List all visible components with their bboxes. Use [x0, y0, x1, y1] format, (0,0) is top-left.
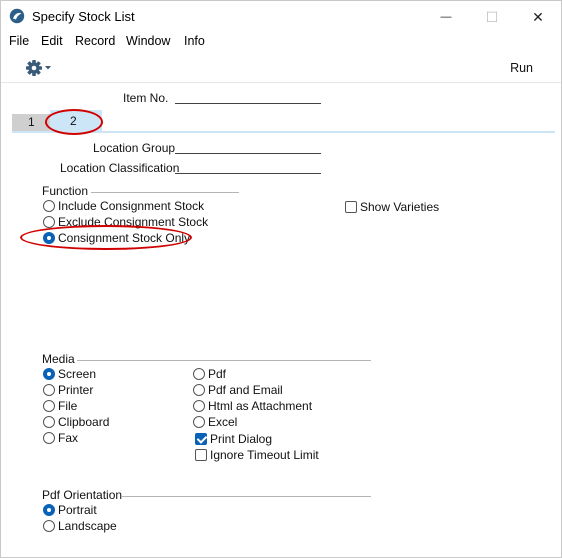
run-button[interactable]: Run — [510, 61, 533, 75]
pdf-orientation-group-divider — [122, 496, 371, 497]
radio-label: Fax — [58, 431, 79, 445]
radio-button-selected[interactable] — [43, 232, 55, 244]
radio-label: File — [58, 399, 78, 413]
radio-pdf[interactable]: Pdf — [193, 366, 226, 382]
radio-label: Clipboard — [58, 415, 110, 429]
radio-button[interactable] — [193, 384, 205, 396]
maximize-icon: ☐ — [485, 8, 499, 25]
menu-file[interactable]: File — [9, 34, 29, 48]
radio-landscape[interactable]: Landscape — [43, 518, 117, 534]
checkbox[interactable] — [195, 449, 207, 461]
tab-1-label: 1 — [28, 115, 35, 129]
tab-strip-underline — [12, 131, 555, 133]
radio-button[interactable] — [193, 400, 205, 412]
radio-button[interactable] — [193, 368, 205, 380]
minimize-icon: — — [440, 11, 452, 23]
radio-label: Pdf and Email — [208, 383, 283, 397]
radio-label: Excel — [208, 415, 238, 429]
radio-label: Include Consignment Stock — [58, 199, 205, 213]
menu-bar: File Edit Record Window Info — [1, 33, 561, 51]
close-icon: ✕ — [532, 8, 544, 25]
window-title: Specify Stock List — [32, 9, 135, 24]
tab-2-label: 2 — [70, 114, 77, 128]
checkbox[interactable] — [345, 201, 357, 213]
radio-button[interactable] — [43, 520, 55, 532]
radio-printer[interactable]: Printer — [43, 382, 93, 398]
radio-screen[interactable]: Screen — [43, 366, 96, 382]
function-group-title: Function — [42, 184, 89, 198]
location-classification-field[interactable] — [175, 173, 321, 174]
show-varieties-checkbox[interactable]: Show Varieties — [345, 199, 439, 215]
tab-1[interactable]: 1 — [12, 114, 50, 131]
item-no-label: Item No. — [123, 91, 169, 105]
radio-label: Consignment Stock Only — [58, 231, 191, 245]
radio-portrait[interactable]: Portrait — [43, 502, 97, 518]
radio-clipboard[interactable]: Clipboard — [43, 414, 109, 430]
gear-icon[interactable] — [25, 58, 55, 78]
checkbox-label: Show Varieties — [360, 200, 440, 214]
radio-consignment-stock-only[interactable]: Consignment Stock Only — [43, 230, 190, 246]
location-group-field[interactable] — [175, 153, 321, 154]
media-group-title: Media — [42, 352, 75, 366]
radio-button-selected[interactable] — [43, 368, 55, 380]
location-group-label: Location Group — [93, 141, 176, 155]
radio-fax[interactable]: Fax — [43, 430, 78, 446]
radio-button[interactable] — [43, 384, 55, 396]
menu-info[interactable]: Info — [184, 34, 205, 48]
checkbox-label: Print Dialog — [210, 432, 273, 446]
radio-include-consignment-stock[interactable]: Include Consignment Stock — [43, 198, 204, 214]
location-classification-label: Location Classification — [60, 161, 180, 175]
close-button[interactable]: ✕ — [515, 1, 561, 33]
radio-file[interactable]: File — [43, 398, 77, 414]
checkbox-checked[interactable] — [195, 433, 207, 445]
radio-button-selected[interactable] — [43, 504, 55, 516]
toolbar: Run — [1, 53, 561, 83]
radio-exclude-consignment-stock[interactable]: Exclude Consignment Stock — [43, 214, 208, 230]
radio-button[interactable] — [43, 200, 55, 212]
title-bar: Specify Stock List — ☐ ✕ — [1, 1, 561, 33]
radio-label: Landscape — [58, 519, 117, 533]
media-group-divider — [77, 360, 371, 361]
menu-window[interactable]: Window — [126, 34, 170, 48]
print-dialog-checkbox[interactable]: Print Dialog — [195, 431, 272, 447]
radio-button[interactable] — [43, 432, 55, 444]
radio-button[interactable] — [43, 216, 55, 228]
tab-2[interactable]: 2 — [50, 110, 102, 132]
radio-pdf-and-email[interactable]: Pdf and Email — [193, 382, 283, 398]
radio-button[interactable] — [193, 416, 205, 428]
ignore-timeout-limit-checkbox[interactable]: Ignore Timeout Limit — [195, 447, 319, 463]
radio-label: Screen — [58, 367, 97, 381]
radio-button[interactable] — [43, 400, 55, 412]
specify-stock-list-window: Specify Stock List — ☐ ✕ File Edit Recor… — [0, 0, 562, 558]
radio-excel[interactable]: Excel — [193, 414, 237, 430]
radio-label: Exclude Consignment Stock — [58, 215, 209, 229]
radio-label: Pdf — [208, 367, 227, 381]
maximize-button[interactable]: ☐ — [469, 1, 515, 33]
checkbox-label: Ignore Timeout Limit — [210, 448, 319, 462]
minimize-button[interactable]: — — [423, 1, 469, 33]
radio-button[interactable] — [43, 416, 55, 428]
radio-label: Html as Attachment — [208, 399, 313, 413]
menu-edit[interactable]: Edit — [41, 34, 63, 48]
menu-record[interactable]: Record — [75, 34, 115, 48]
radio-label: Printer — [58, 383, 94, 397]
radio-html-as-attachment[interactable]: Html as Attachment — [193, 398, 312, 414]
pdf-orientation-group-title: Pdf Orientation — [42, 488, 123, 502]
item-no-field[interactable] — [175, 103, 321, 104]
app-logo-icon — [9, 8, 25, 24]
function-group-divider — [91, 192, 239, 193]
radio-label: Portrait — [58, 503, 97, 517]
